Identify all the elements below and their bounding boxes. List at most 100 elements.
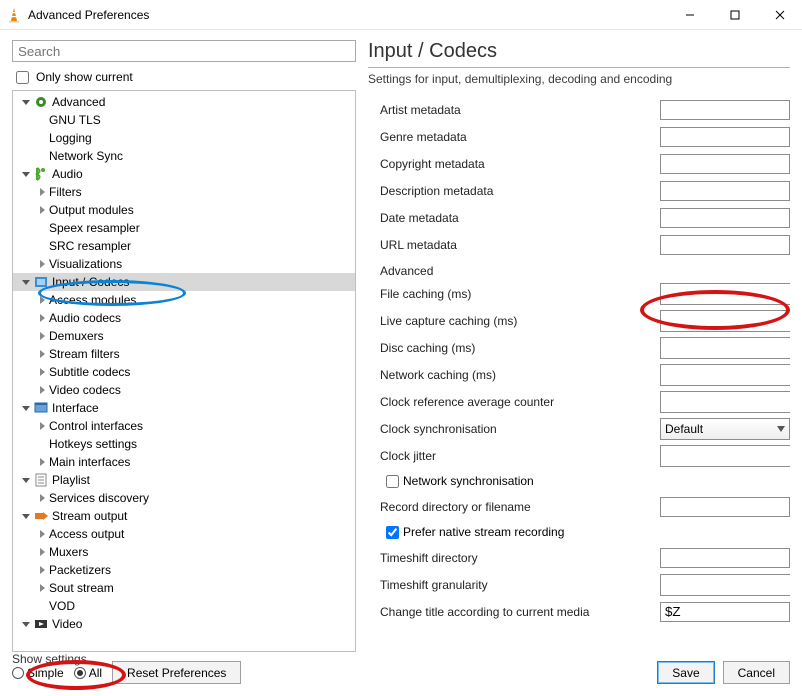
tree-expand-icon[interactable] <box>35 296 49 304</box>
maximize-button[interactable] <box>712 0 757 30</box>
tree-item-packetizers[interactable]: Packetizers <box>13 561 355 579</box>
tree-expand-icon[interactable] <box>35 368 49 376</box>
clock-jitter-input[interactable] <box>660 445 790 467</box>
tree-item-hotkeys-settings[interactable]: Hotkeys settings <box>13 435 355 453</box>
tree-item-stream-output[interactable]: Stream output <box>13 507 355 525</box>
network-sync-row[interactable]: Network synchronisation <box>380 469 790 493</box>
tree-item-label: Network Sync <box>49 149 123 163</box>
tree-item-audio-codecs[interactable]: Audio codecs <box>13 309 355 327</box>
spin-field[interactable] <box>660 310 790 332</box>
tree-collapse-icon[interactable] <box>19 620 33 628</box>
tree-item-input-codecs[interactable]: Input / Codecs <box>13 273 355 291</box>
tree-expand-icon[interactable] <box>35 530 49 538</box>
minimize-button[interactable] <box>667 0 712 30</box>
tree-expand-icon[interactable] <box>35 566 49 574</box>
clock-sync-select[interactable]: Default <box>660 418 790 440</box>
spin-input[interactable] <box>660 364 790 386</box>
tree-item-interface[interactable]: Interface <box>13 399 355 417</box>
tree-item-label: Playlist <box>52 473 90 487</box>
prefer-native-checkbox[interactable] <box>386 526 399 539</box>
tree-item-demuxers[interactable]: Demuxers <box>13 327 355 345</box>
timeshift-gran-input[interactable] <box>660 574 790 596</box>
tree-expand-icon[interactable] <box>35 386 49 394</box>
tree-item-sout-stream[interactable]: Sout stream <box>13 579 355 597</box>
change-title-input[interactable] <box>660 602 790 622</box>
tree-item-playlist[interactable]: Playlist <box>13 471 355 489</box>
spin-field[interactable] <box>660 337 790 359</box>
timeshift-dir-input[interactable] <box>660 548 790 568</box>
tree-expand-icon[interactable] <box>35 494 49 502</box>
timeshift-gran-spin[interactable] <box>660 574 790 596</box>
tree-collapse-icon[interactable] <box>19 404 33 412</box>
tree-item-stream-filters[interactable]: Stream filters <box>13 345 355 363</box>
tree-item-muxers[interactable]: Muxers <box>13 543 355 561</box>
tree-item-services-discovery[interactable]: Services discovery <box>13 489 355 507</box>
meta-field-input[interactable] <box>660 181 790 201</box>
tree-expand-icon[interactable] <box>35 584 49 592</box>
tree-collapse-icon[interactable] <box>19 170 33 178</box>
only-show-current-checkbox[interactable]: Only show current <box>12 66 356 88</box>
tree-item-access-output[interactable]: Access output <box>13 525 355 543</box>
meta-field-input[interactable] <box>660 208 790 228</box>
tree-item-logging[interactable]: Logging <box>13 129 355 147</box>
spin-field[interactable] <box>660 391 790 413</box>
tree-item-control-interfaces[interactable]: Control interfaces <box>13 417 355 435</box>
tree-item-speex-resampler[interactable]: Speex resampler <box>13 219 355 237</box>
meta-field-input[interactable] <box>660 127 790 147</box>
prefer-native-row[interactable]: Prefer native stream recording <box>380 520 790 544</box>
title-divider <box>368 67 790 68</box>
settings-scroll[interactable]: Artist metadataGenre metadataCopyright m… <box>368 96 790 652</box>
tree-expand-icon[interactable] <box>35 332 49 340</box>
close-button[interactable] <box>757 0 802 30</box>
tree-collapse-icon[interactable] <box>19 278 33 286</box>
tree-collapse-icon[interactable] <box>19 512 33 520</box>
tree-item-output-modules[interactable]: Output modules <box>13 201 355 219</box>
tree-expand-icon[interactable] <box>35 314 49 322</box>
tree-expand-icon[interactable] <box>35 260 49 268</box>
tree-expand-icon[interactable] <box>35 422 49 430</box>
tree-item-gnu-tls[interactable]: GNU TLS <box>13 111 355 129</box>
tree-collapse-icon[interactable] <box>19 476 33 484</box>
tree-item-video[interactable]: Video <box>13 615 355 633</box>
spin-field-label: File caching (ms) <box>380 287 652 301</box>
tree-expand-icon[interactable] <box>35 350 49 358</box>
radio-simple[interactable]: Simple <box>12 666 64 680</box>
tree-item-vod[interactable]: VOD <box>13 597 355 615</box>
tree-item-audio[interactable]: Audio <box>13 165 355 183</box>
reset-preferences-button[interactable]: Reset Preferences <box>112 661 241 684</box>
tree-item-visualizations[interactable]: Visualizations <box>13 255 355 273</box>
tree-expand-icon[interactable] <box>35 458 49 466</box>
tree-expand-icon[interactable] <box>35 188 49 196</box>
playlist-icon <box>33 472 49 488</box>
tree-expand-icon[interactable] <box>35 206 49 214</box>
network-sync-checkbox[interactable] <box>386 475 399 488</box>
only-show-current-box[interactable] <box>16 71 29 84</box>
meta-field-label: Date metadata <box>380 211 652 225</box>
meta-field-input[interactable] <box>660 100 790 120</box>
search-input[interactable] <box>12 40 356 62</box>
meta-field-input[interactable] <box>660 154 790 174</box>
spin-input[interactable] <box>660 310 790 332</box>
spin-field[interactable] <box>660 364 790 386</box>
tree-expand-icon[interactable] <box>35 548 49 556</box>
spin-field[interactable] <box>660 283 790 305</box>
tree-item-src-resampler[interactable]: SRC resampler <box>13 237 355 255</box>
tree-item-filters[interactable]: Filters <box>13 183 355 201</box>
tree-item-label: Output modules <box>49 203 134 217</box>
tree-item-advanced[interactable]: Advanced <box>13 93 355 111</box>
spin-input[interactable] <box>660 283 790 305</box>
record-dir-input[interactable] <box>660 497 790 517</box>
tree-item-subtitle-codecs[interactable]: Subtitle codecs <box>13 363 355 381</box>
spin-input[interactable] <box>660 337 790 359</box>
save-button[interactable]: Save <box>657 661 714 684</box>
tree-item-main-interfaces[interactable]: Main interfaces <box>13 453 355 471</box>
radio-all[interactable]: All <box>74 666 102 680</box>
tree-collapse-icon[interactable] <box>19 98 33 106</box>
tree-item-network-sync[interactable]: Network Sync <box>13 147 355 165</box>
cancel-button[interactable]: Cancel <box>723 661 790 684</box>
spin-input[interactable] <box>660 391 790 413</box>
tree-item-access-modules[interactable]: Access modules <box>13 291 355 309</box>
tree-item-video-codecs[interactable]: Video codecs <box>13 381 355 399</box>
clock-jitter-spin[interactable] <box>660 445 790 467</box>
meta-field-input[interactable] <box>660 235 790 255</box>
